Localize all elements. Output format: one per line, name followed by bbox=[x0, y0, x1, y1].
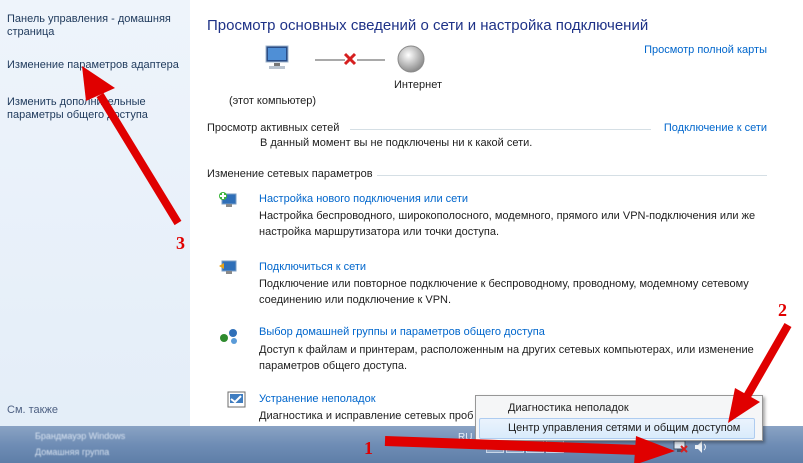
annotation-number-1: 1 bbox=[364, 438, 373, 458]
network-sharing-center-menu-item[interactable]: Центр управления сетями и общим доступом bbox=[479, 418, 755, 439]
tray-icon[interactable] bbox=[546, 439, 564, 453]
connect-to-network-icon bbox=[219, 260, 237, 274]
troubleshoot-menu-item[interactable]: Диагностика неполадок bbox=[508, 402, 629, 414]
change-network-settings-heading: Изменение сетевых параметров bbox=[207, 168, 373, 180]
volume-tray-icon[interactable] bbox=[694, 440, 708, 454]
left-navigation-pane: Панель управления - домашняя страница Из… bbox=[0, 0, 190, 463]
connection-line bbox=[357, 59, 385, 61]
active-networks-heading: Просмотр активных сетей bbox=[207, 122, 340, 134]
network-tray-icon[interactable] bbox=[672, 440, 688, 454]
connect-to-network-task-link[interactable]: Подключиться к сети bbox=[259, 261, 366, 273]
computer-icon bbox=[265, 45, 289, 69]
not-connected-status: В данный момент вы не подключены ни к ка… bbox=[260, 137, 533, 149]
tray-context-menu: Диагностика неполадок Центр управления с… bbox=[475, 395, 763, 441]
connect-to-network-link[interactable]: Подключение к сети bbox=[664, 122, 767, 134]
homegroup-sharing-link[interactable]: Выбор домашней группы и параметров общег… bbox=[259, 326, 545, 338]
internet-label: Интернет bbox=[394, 79, 442, 91]
setup-new-connection-description: Настройка беспроводного, широкополосного… bbox=[259, 210, 756, 238]
full-map-link[interactable]: Просмотр полной карты bbox=[644, 44, 767, 56]
main-content: Просмотр основных сведений о сети и наст… bbox=[190, 0, 803, 463]
homegroup-icon bbox=[220, 329, 237, 344]
language-indicator[interactable]: RU bbox=[458, 432, 472, 443]
advanced-sharing-settings-link[interactable]: Изменить дополнительные параметры общего… bbox=[7, 96, 182, 122]
tray-icon[interactable] bbox=[486, 439, 504, 453]
annotation-number-2: 2 bbox=[778, 300, 787, 320]
disconnected-x-icon bbox=[343, 52, 357, 66]
divider bbox=[350, 129, 651, 130]
new-connection-icon bbox=[219, 192, 237, 207]
blurred-sidebar-link: Домашняя группа bbox=[35, 447, 110, 457]
connect-to-network-description: Подключение или повторное подключение к … bbox=[259, 278, 749, 306]
troubleshoot-icon bbox=[227, 391, 246, 408]
blurred-sidebar-link: Брандмауэр Windows bbox=[35, 431, 126, 441]
setup-new-connection-link[interactable]: Настройка нового подключения или сети bbox=[259, 193, 468, 205]
globe-icon bbox=[397, 45, 425, 73]
this-computer-label: (этот компьютер) bbox=[229, 95, 317, 107]
tray-icon[interactable] bbox=[526, 439, 544, 453]
control-panel-home-link[interactable]: Панель управления - домашняя страница bbox=[7, 13, 182, 39]
connection-line bbox=[315, 59, 345, 61]
page-title: Просмотр основных сведений о сети и наст… bbox=[207, 17, 649, 34]
homegroup-sharing-description: Доступ к файлам и принтерам, расположенн… bbox=[259, 344, 754, 372]
see-also-heading: См. также bbox=[7, 404, 58, 416]
divider bbox=[377, 175, 767, 176]
troubleshoot-link[interactable]: Устранение неполадок bbox=[259, 393, 376, 405]
change-adapter-settings-link[interactable]: Изменение параметров адаптера bbox=[7, 59, 182, 72]
tray-icon[interactable] bbox=[506, 439, 524, 453]
annotation-number-3: 3 bbox=[176, 233, 185, 253]
